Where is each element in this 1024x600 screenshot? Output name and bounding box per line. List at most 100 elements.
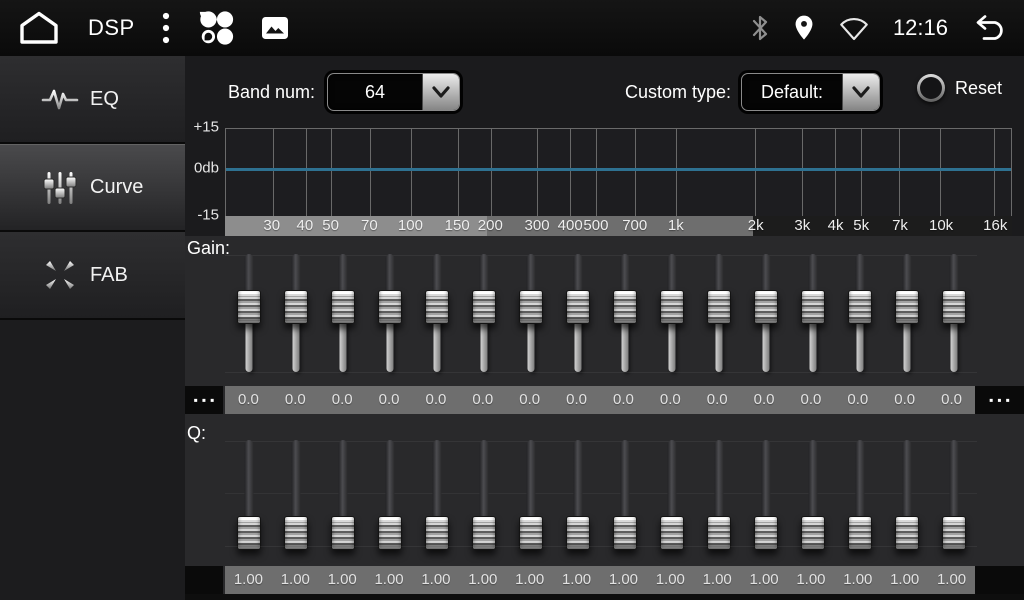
gain-slider-1[interactable] — [225, 250, 272, 376]
gain-slider-8[interactable] — [554, 250, 601, 376]
q-slider-5[interactable] — [413, 436, 460, 550]
gain-slider-11[interactable] — [695, 250, 742, 376]
freq-tick-label: 5k — [853, 216, 869, 236]
slider-handle[interactable] — [237, 516, 261, 550]
slider-handle[interactable] — [566, 290, 590, 324]
gain-slider-3[interactable] — [319, 250, 366, 376]
q-slider-8[interactable] — [554, 436, 601, 550]
sidebar-item-fab[interactable]: FAB — [0, 232, 185, 320]
gain-slider-2[interactable] — [272, 250, 319, 376]
slider-handle[interactable] — [942, 516, 966, 550]
freq-axis-segment — [753, 216, 1012, 236]
q-slider-16[interactable] — [930, 436, 977, 550]
q-slider-4[interactable] — [366, 436, 413, 550]
q-slider-1[interactable] — [225, 436, 272, 550]
gain-more-left-button[interactable]: ▪▪▪ — [185, 386, 223, 414]
slider-handle[interactable] — [331, 290, 355, 324]
q-value-13: 1.00 — [788, 566, 835, 594]
y-axis-labels: +15 0db -15 — [185, 116, 221, 226]
freq-tick-label: 4k — [828, 216, 844, 236]
q-slider-12[interactable] — [742, 436, 789, 550]
gain-slider-10[interactable] — [648, 250, 695, 376]
slider-handle[interactable] — [707, 290, 731, 324]
top-bar: DSP — [0, 0, 1024, 56]
apps-clover-icon[interactable] — [197, 9, 235, 47]
gain-slider-7[interactable] — [507, 250, 554, 376]
grid-line — [458, 129, 459, 216]
bluetooth-icon — [751, 13, 769, 43]
slider-handle[interactable] — [613, 290, 637, 324]
q-slider-7[interactable] — [507, 436, 554, 550]
sidebar-item-curve[interactable]: Curve — [0, 144, 185, 232]
grid-line — [411, 129, 412, 216]
y-tick-label: 0db — [194, 160, 219, 177]
freq-tick-label: 500 — [583, 216, 608, 236]
slider-handle[interactable] — [848, 516, 872, 550]
gain-slider-6[interactable] — [460, 250, 507, 376]
slider-handle[interactable] — [848, 290, 872, 324]
gain-slider-15[interactable] — [883, 250, 930, 376]
q-slider-row — [225, 436, 977, 550]
slider-handle[interactable] — [566, 516, 590, 550]
q-slider-13[interactable] — [789, 436, 836, 550]
slider-handle[interactable] — [660, 290, 684, 324]
band-num-dropdown[interactable]: 64 — [327, 73, 460, 111]
slider-handle[interactable] — [754, 290, 778, 324]
gain-slider-9[interactable] — [601, 250, 648, 376]
reset-radio-button[interactable] — [917, 74, 945, 102]
gain-more-right-button[interactable]: ▪▪▪ — [975, 386, 1024, 414]
slider-handle[interactable] — [378, 290, 402, 324]
slider-handle[interactable] — [613, 516, 637, 550]
grid-line — [802, 129, 803, 216]
q-slider-9[interactable] — [601, 436, 648, 550]
slider-handle[interactable] — [707, 516, 731, 550]
slider-handle[interactable] — [942, 290, 966, 324]
gallery-icon[interactable] — [261, 16, 289, 40]
grid-line — [370, 129, 371, 216]
slider-handle[interactable] — [801, 516, 825, 550]
slider-handle[interactable] — [801, 290, 825, 324]
slider-handle[interactable] — [331, 516, 355, 550]
gain-slider-4[interactable] — [366, 250, 413, 376]
slider-handle[interactable] — [378, 516, 402, 550]
custom-type-dropdown[interactable]: Default: — [741, 73, 880, 111]
freq-tick-label: 10k — [929, 216, 953, 236]
slider-handle[interactable] — [425, 516, 449, 550]
eq-curve-plot[interactable] — [225, 128, 1012, 216]
slider-handle[interactable] — [754, 516, 778, 550]
slider-handle[interactable] — [237, 290, 261, 324]
slider-handle[interactable] — [472, 516, 496, 550]
freq-tick-label: 16k — [983, 216, 1007, 236]
gain-slider-12[interactable] — [742, 250, 789, 376]
q-slider-6[interactable] — [460, 436, 507, 550]
q-value-2: 1.00 — [272, 566, 319, 594]
menu-kebab-icon[interactable] — [161, 11, 171, 45]
q-value-11: 1.00 — [694, 566, 741, 594]
home-icon[interactable] — [16, 9, 62, 47]
q-slider-14[interactable] — [836, 436, 883, 550]
gain-slider-5[interactable] — [413, 250, 460, 376]
back-icon[interactable] — [972, 14, 1008, 42]
slider-handle[interactable] — [895, 290, 919, 324]
q-slider-11[interactable] — [695, 436, 742, 550]
q-slider-15[interactable] — [883, 436, 930, 550]
slider-handle[interactable] — [519, 516, 543, 550]
custom-type-value: Default: — [742, 74, 842, 110]
slider-handle[interactable] — [660, 516, 684, 550]
q-slider-3[interactable] — [319, 436, 366, 550]
chevron-down-icon[interactable] — [422, 74, 459, 110]
slider-handle[interactable] — [895, 516, 919, 550]
slider-handle[interactable] — [425, 290, 449, 324]
q-slider-10[interactable] — [648, 436, 695, 550]
gain-slider-13[interactable] — [789, 250, 836, 376]
slider-handle[interactable] — [284, 516, 308, 550]
gain-slider-16[interactable] — [930, 250, 977, 376]
slider-handle[interactable] — [284, 290, 308, 324]
slider-handle[interactable] — [472, 290, 496, 324]
sidebar-item-eq[interactable]: EQ — [0, 56, 185, 144]
q-slider-2[interactable] — [272, 436, 319, 550]
gain-value-10: 0.0 — [647, 386, 694, 414]
gain-slider-14[interactable] — [836, 250, 883, 376]
slider-handle[interactable] — [519, 290, 543, 324]
chevron-down-icon[interactable] — [842, 74, 879, 110]
